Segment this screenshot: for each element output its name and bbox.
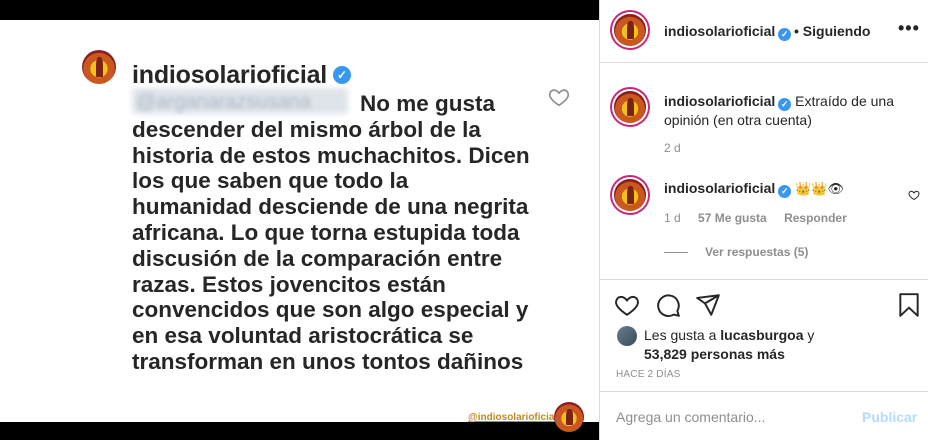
post-age[interactable]: HACE 2 DÍAS (616, 369, 680, 380)
reply-meta: 1 d 57 Me gusta Responder (664, 211, 861, 225)
image-comment-body: No me gusta descender del mismo árbol de… (132, 91, 530, 374)
caption-username[interactable]: indiosolarioficial (664, 93, 775, 109)
watermark: @indiosolarioficial (468, 412, 558, 423)
header-username-row: indiosolarioficial ✓ (664, 23, 792, 41)
view-replies-button[interactable]: Ver respuestas (5) (705, 245, 808, 259)
verified-badge-icon: ✓ (778, 185, 792, 198)
liker-avatar[interactable] (617, 326, 637, 346)
image-comment-text: No me gusta descender del mismo árbol de… (132, 91, 532, 375)
more-options-icon[interactable]: ••• (898, 18, 920, 39)
caption-avatar[interactable] (614, 91, 646, 123)
comment-like-heart-icon[interactable] (908, 189, 920, 201)
header-username[interactable]: indiosolarioficial (664, 23, 775, 39)
header-avatar[interactable] (614, 14, 646, 46)
comment-input[interactable] (616, 409, 846, 425)
publish-button[interactable]: Publicar (862, 409, 917, 425)
share-icon[interactable] (695, 292, 721, 318)
post-sidebar: indiosolarioficial ✓ • Siguiendo ••• indi… (599, 0, 928, 440)
view-replies-line (664, 252, 688, 253)
reply-username[interactable]: indiosolarioficial (664, 180, 775, 196)
watermark-avatar (554, 402, 584, 432)
divider (600, 279, 928, 280)
caption: indiosolarioficial ✓ Extraído de una opin… (664, 92, 914, 130)
like-icon[interactable] (614, 292, 640, 318)
image-username: indiosolarioficial (132, 61, 328, 89)
post-image: indiosolarioficial ✓ @arganarazsusana No… (0, 0, 599, 440)
heart-icon (548, 89, 570, 107)
verified-badge-icon: ✓ (778, 28, 792, 41)
reply-likes[interactable]: 57 Me gusta (698, 211, 767, 225)
likes-summary: Les gusta a lucasburgoa y 53,829 persona… (644, 326, 814, 364)
reply-comment: indiosolarioficial ✓ 👑👑👁 (664, 180, 844, 198)
reply-emoji: 👑👑👁 (795, 181, 845, 196)
verified-badge-icon: ✓ (778, 98, 792, 111)
likes-suffix: y (807, 327, 815, 343)
screenshot-card: indiosolarioficial ✓ @arganarazsusana No… (0, 20, 599, 432)
likes-count[interactable]: 53,829 personas más (644, 346, 785, 362)
save-bookmark-icon[interactable] (896, 292, 922, 318)
comment-icon[interactable] (655, 292, 681, 318)
reply-avatar[interactable] (614, 179, 646, 211)
reply-time[interactable]: 1 d (664, 211, 681, 225)
follow-status[interactable]: • Siguiendo (794, 23, 870, 39)
divider (600, 62, 928, 63)
likes-user[interactable]: lucasburgoa (720, 327, 803, 343)
verified-badge-icon: ✓ (333, 66, 351, 84)
caption-time[interactable]: 2 d (664, 141, 681, 155)
divider (600, 391, 928, 392)
likes-prefix: Les gusta a (644, 327, 717, 343)
image-avatar (82, 50, 116, 84)
reply-button[interactable]: Responder (784, 211, 847, 225)
